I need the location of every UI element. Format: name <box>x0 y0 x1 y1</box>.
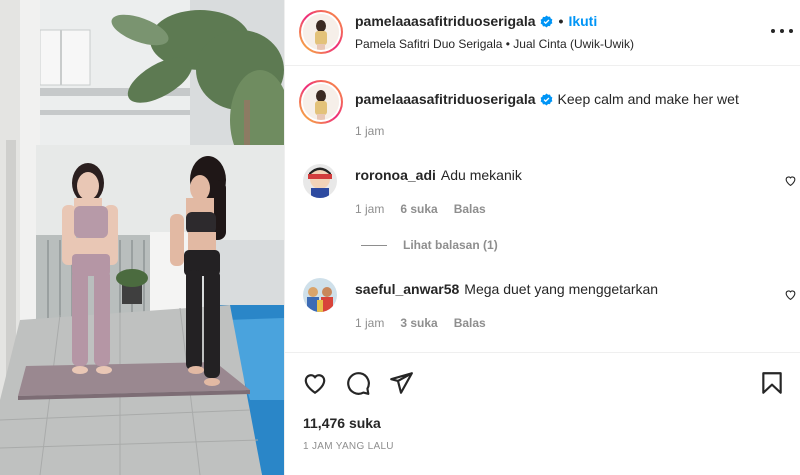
header-subtitle[interactable]: Pamela Safitri Duo Serigala • Jual Cinta… <box>355 37 634 51</box>
comment-avatar[interactable] <box>303 278 337 312</box>
comment-text: Mega duet yang menggetarkan <box>464 281 659 297</box>
comment-likes[interactable]: 3 suka <box>400 316 437 330</box>
reply-button[interactable]: Balas <box>454 202 486 216</box>
avatar-photo <box>303 14 339 50</box>
post-timestamp[interactable]: 1 JAM YANG LALU <box>303 441 394 452</box>
reply-button[interactable]: Balas <box>454 316 486 330</box>
action-bar: 11,476 suka 1 JAM YANG LALU <box>285 352 800 475</box>
caption-username[interactable]: pamelaaasafitriduoserigala <box>355 91 536 107</box>
more-options-icon[interactable] <box>771 20 793 42</box>
verified-icon <box>540 93 552 106</box>
avatar-photo <box>303 84 339 120</box>
post-media[interactable] <box>0 0 284 475</box>
view-replies-label: Lihat balasan (1) <box>403 238 498 252</box>
comment-avatar[interactable] <box>303 164 337 198</box>
caption: pamelaaasafitriduoserigala Keep calm and … <box>355 91 739 107</box>
post-photo <box>0 0 284 475</box>
author-username[interactable]: pamelaaasafitriduoserigala <box>355 13 536 29</box>
comment-meta: 1 jam 6 suka Balas <box>355 202 486 216</box>
likes-count[interactable]: 11,476 suka <box>303 415 381 431</box>
comment-row: saeful_anwar58 Mega duet yang menggetarka… <box>355 281 658 297</box>
avatar-photo <box>303 278 337 312</box>
comment-time[interactable]: 1 jam <box>355 202 384 216</box>
comment-text: Adu mekanik <box>440 167 522 183</box>
comment-icon[interactable] <box>345 370 371 396</box>
heart-icon[interactable] <box>302 370 328 396</box>
replies-divider <box>361 244 387 246</box>
header-username-row: pamelaaasafitriduoserigala • Ikuti <box>355 13 597 29</box>
comment-meta: 1 jam 3 suka Balas <box>355 316 486 330</box>
follow-button[interactable]: Ikuti <box>568 13 597 29</box>
heart-icon[interactable] <box>784 288 797 301</box>
verified-icon <box>540 15 552 28</box>
comment-row: roronoa_adi Adu mekanik <box>355 167 522 183</box>
post-detail-panel: pamelaaasafitriduoserigala • Ikuti Pamela … <box>284 0 800 475</box>
comment-time[interactable]: 1 jam <box>355 316 384 330</box>
bookmark-icon[interactable] <box>759 370 785 396</box>
caption-text: Keep calm and make her wet <box>557 91 739 107</box>
comment-likes[interactable]: 6 suka <box>400 202 437 216</box>
comment-username[interactable]: saeful_anwar58 <box>355 281 459 297</box>
share-icon[interactable] <box>388 370 414 396</box>
post-header: pamelaaasafitriduoserigala • Ikuti Pamela … <box>285 0 800 66</box>
view-replies-button[interactable]: Lihat balasan (1) <box>361 238 498 252</box>
caption-avatar[interactable] <box>299 80 343 124</box>
comment-username[interactable]: roronoa_adi <box>355 167 436 183</box>
avatar-photo <box>303 164 337 198</box>
caption-time[interactable]: 1 jam <box>355 124 384 138</box>
heart-icon[interactable] <box>784 174 797 187</box>
separator-dot: • <box>558 13 564 29</box>
author-avatar[interactable] <box>299 10 343 54</box>
